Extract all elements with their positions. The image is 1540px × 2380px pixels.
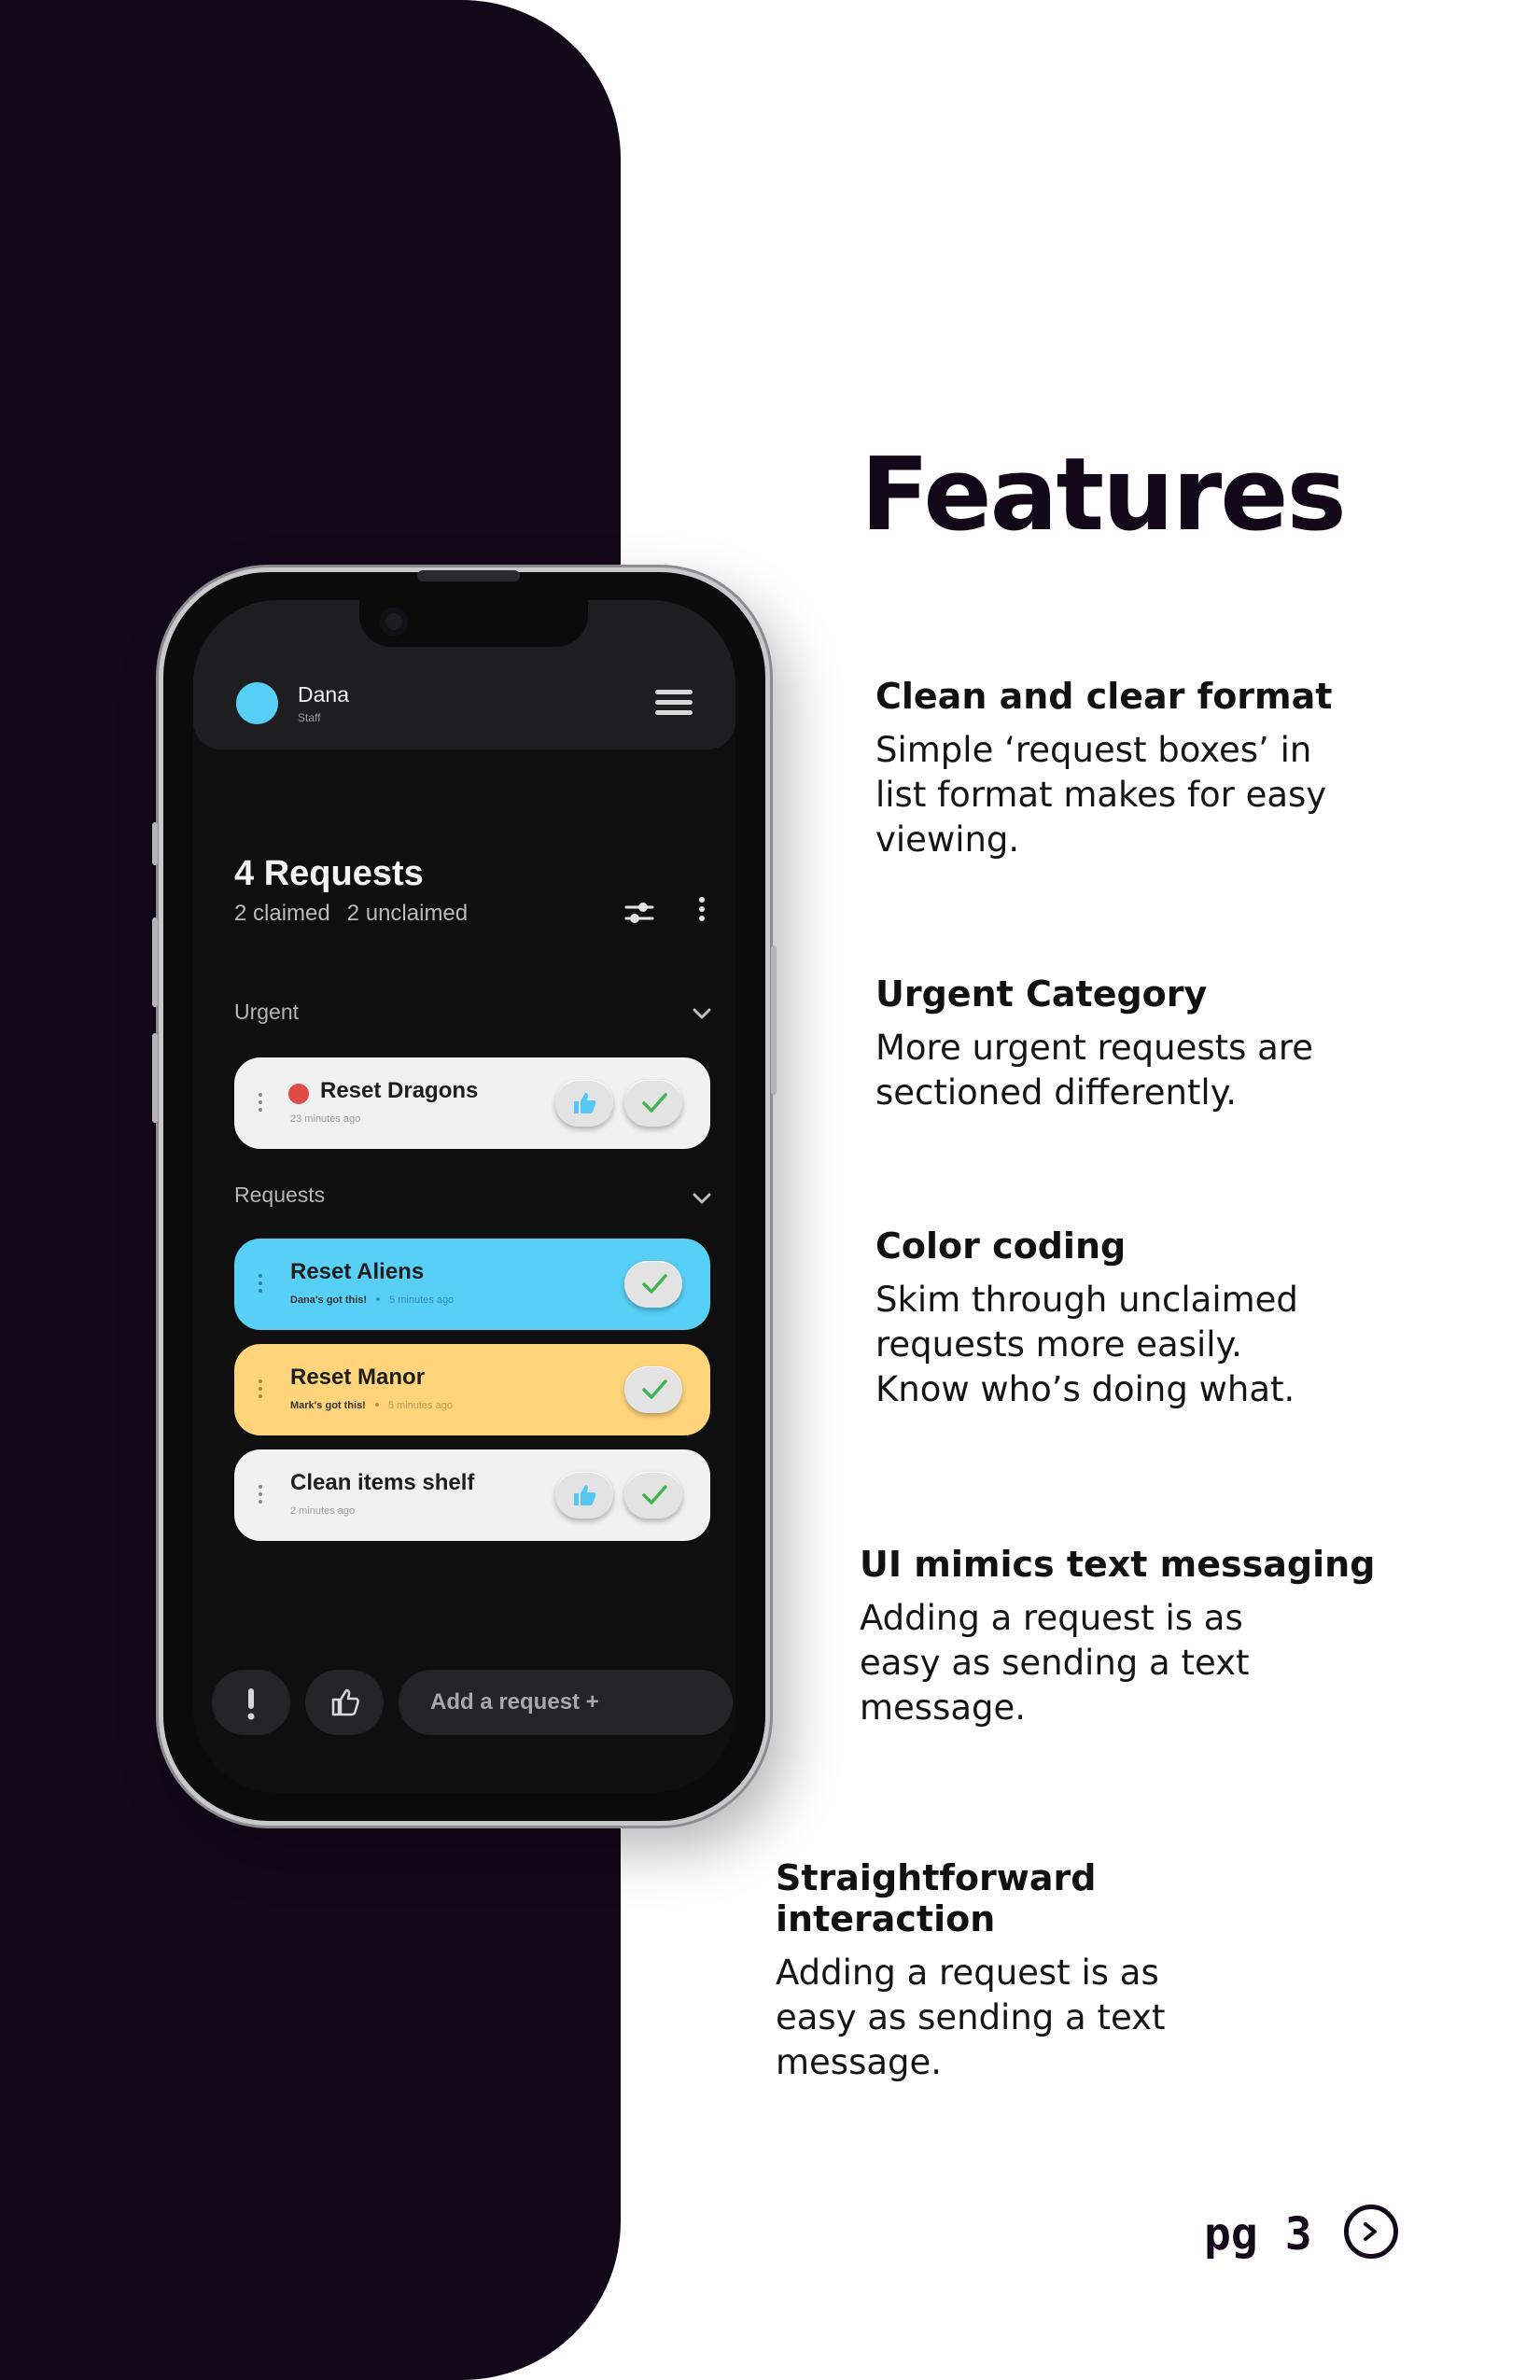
next-page-button[interactable]: [1344, 2205, 1398, 2259]
unclaimed-count: 2 unclaimed: [346, 901, 469, 926]
thumbs-up-button[interactable]: [555, 1080, 613, 1127]
user-role: Staff: [298, 711, 321, 724]
drag-handle-icon[interactable]: [259, 1093, 262, 1113]
feature-heading: UI mimics text messaging: [860, 1544, 1376, 1585]
feature-heading: Clean and clear format: [875, 676, 1333, 717]
request-time: 5 minutes ago: [389, 1295, 455, 1306]
feature-heading: Urgent Category: [875, 973, 1208, 1015]
claim-check-button[interactable]: [624, 1080, 682, 1127]
add-request-input[interactable]: Add a request +: [399, 1670, 733, 1735]
request-card-claimed[interactable]: Reset Aliens Dana's got this! 5 minutes a…: [234, 1239, 710, 1330]
thumbs-up-icon: [574, 1485, 596, 1505]
feature-description: Adding a request is as easy as sending a…: [776, 1953, 1166, 2082]
phone-notch: [359, 600, 588, 647]
feature-heading: Color coding: [875, 1225, 1127, 1267]
feature-description: Adding a request is as easy as sending a…: [860, 1598, 1250, 1728]
request-title: Clean items shelf: [290, 1470, 475, 1495]
hamburger-menu-icon[interactable]: [655, 690, 693, 716]
page-title: Features: [861, 437, 1347, 553]
phone-mockup: Dana Staff 4 Requests 2 claimed 2 unclaim…: [152, 567, 777, 1826]
request-title: Reset Aliens: [290, 1259, 425, 1284]
page-number: pg 3: [1204, 2208, 1312, 2261]
exclamation-icon: [247, 1688, 255, 1720]
request-title: Reset Dragons: [320, 1078, 479, 1103]
user-name: Dana: [298, 682, 349, 707]
request-card-claimed[interactable]: Reset Manor Mark's got this! 5 minutes ag…: [234, 1344, 710, 1435]
phone-silent-switch: [152, 822, 158, 865]
feature-color-coding: Color coding Skim through unclaimed requ…: [875, 1225, 1398, 1412]
check-icon: [642, 1093, 667, 1113]
request-meta: Mark's got this! 5 minutes ago: [290, 1400, 453, 1411]
feature-description: Skim through unclaimed requests more eas…: [875, 1280, 1298, 1409]
camera-icon: [380, 608, 408, 636]
feature-straightforward-interaction: Straightforward interaction Adding a req…: [776, 1857, 1298, 2085]
claim-check-button[interactable]: [624, 1261, 682, 1308]
request-time: 2 minutes ago: [290, 1505, 356, 1517]
claimed-by: Dana's got this!: [290, 1295, 368, 1306]
chevron-right-icon: [1364, 2222, 1377, 2241]
chevron-down-icon[interactable]: [692, 1007, 712, 1020]
more-options-icon[interactable]: [697, 897, 707, 925]
claim-check-button[interactable]: [624, 1366, 682, 1413]
feature-text-messaging: UI mimics text messaging Adding a reques…: [860, 1544, 1382, 1730]
feature-heading: Straightforward interaction: [776, 1857, 1097, 1939]
phone-volume-up: [152, 917, 158, 1007]
avatar[interactable]: [236, 682, 278, 724]
phone-speaker: [417, 570, 520, 581]
drag-handle-icon[interactable]: [259, 1274, 262, 1295]
requests-section-label: Requests: [234, 1183, 326, 1207]
request-card-unclaimed[interactable]: Clean items shelf 2 minutes ago: [234, 1449, 710, 1541]
request-title: Reset Manor: [290, 1365, 426, 1390]
check-icon: [642, 1485, 667, 1505]
request-time: 5 minutes ago: [387, 1400, 453, 1411]
request-time: 23 minutes ago: [290, 1113, 361, 1125]
thumbs-up-outline-icon: [331, 1688, 359, 1716]
bottom-action-bar: Add a request +: [212, 1670, 733, 1737]
urgent-toggle-button[interactable]: [212, 1670, 290, 1735]
claim-check-button[interactable]: [624, 1472, 682, 1519]
phone-volume-down: [152, 1033, 158, 1123]
check-icon: [642, 1274, 667, 1294]
urgent-section-label: Urgent: [234, 1000, 300, 1024]
feature-description: Simple ‘request boxes’ in list format ma…: [875, 730, 1327, 860]
feature-clean-format: Clean and clear format Simple ‘request b…: [875, 676, 1398, 862]
urgent-alert-icon: [288, 1084, 309, 1104]
claimed-count: 2 claimed: [234, 901, 330, 926]
phone-screen: Dana Staff 4 Requests 2 claimed 2 unclaim…: [193, 600, 735, 1793]
request-meta: Dana's got this! 5 minutes ago: [290, 1295, 454, 1306]
request-card-urgent[interactable]: Reset Dragons 23 minutes ago: [234, 1057, 710, 1149]
thumbs-up-toggle-button[interactable]: [305, 1670, 384, 1735]
drag-handle-icon[interactable]: [259, 1485, 262, 1505]
thumbs-up-icon: [574, 1093, 596, 1113]
thumbs-up-button[interactable]: [555, 1472, 613, 1519]
requests-summary: 2 claimed 2 unclaimed: [234, 901, 484, 927]
phone-power-button: [771, 945, 777, 1095]
filter-sliders-icon[interactable]: [624, 901, 654, 925]
chevron-down-icon[interactable]: [692, 1192, 712, 1205]
feature-description: More urgent requests are sectioned diffe…: [875, 1028, 1313, 1113]
drag-handle-icon[interactable]: [259, 1379, 262, 1400]
check-icon: [642, 1379, 667, 1399]
feature-urgent-category: Urgent Category More urgent requests are…: [875, 973, 1398, 1115]
requests-count-title: 4 Requests: [234, 854, 424, 893]
claimed-by: Mark's got this!: [290, 1400, 366, 1411]
